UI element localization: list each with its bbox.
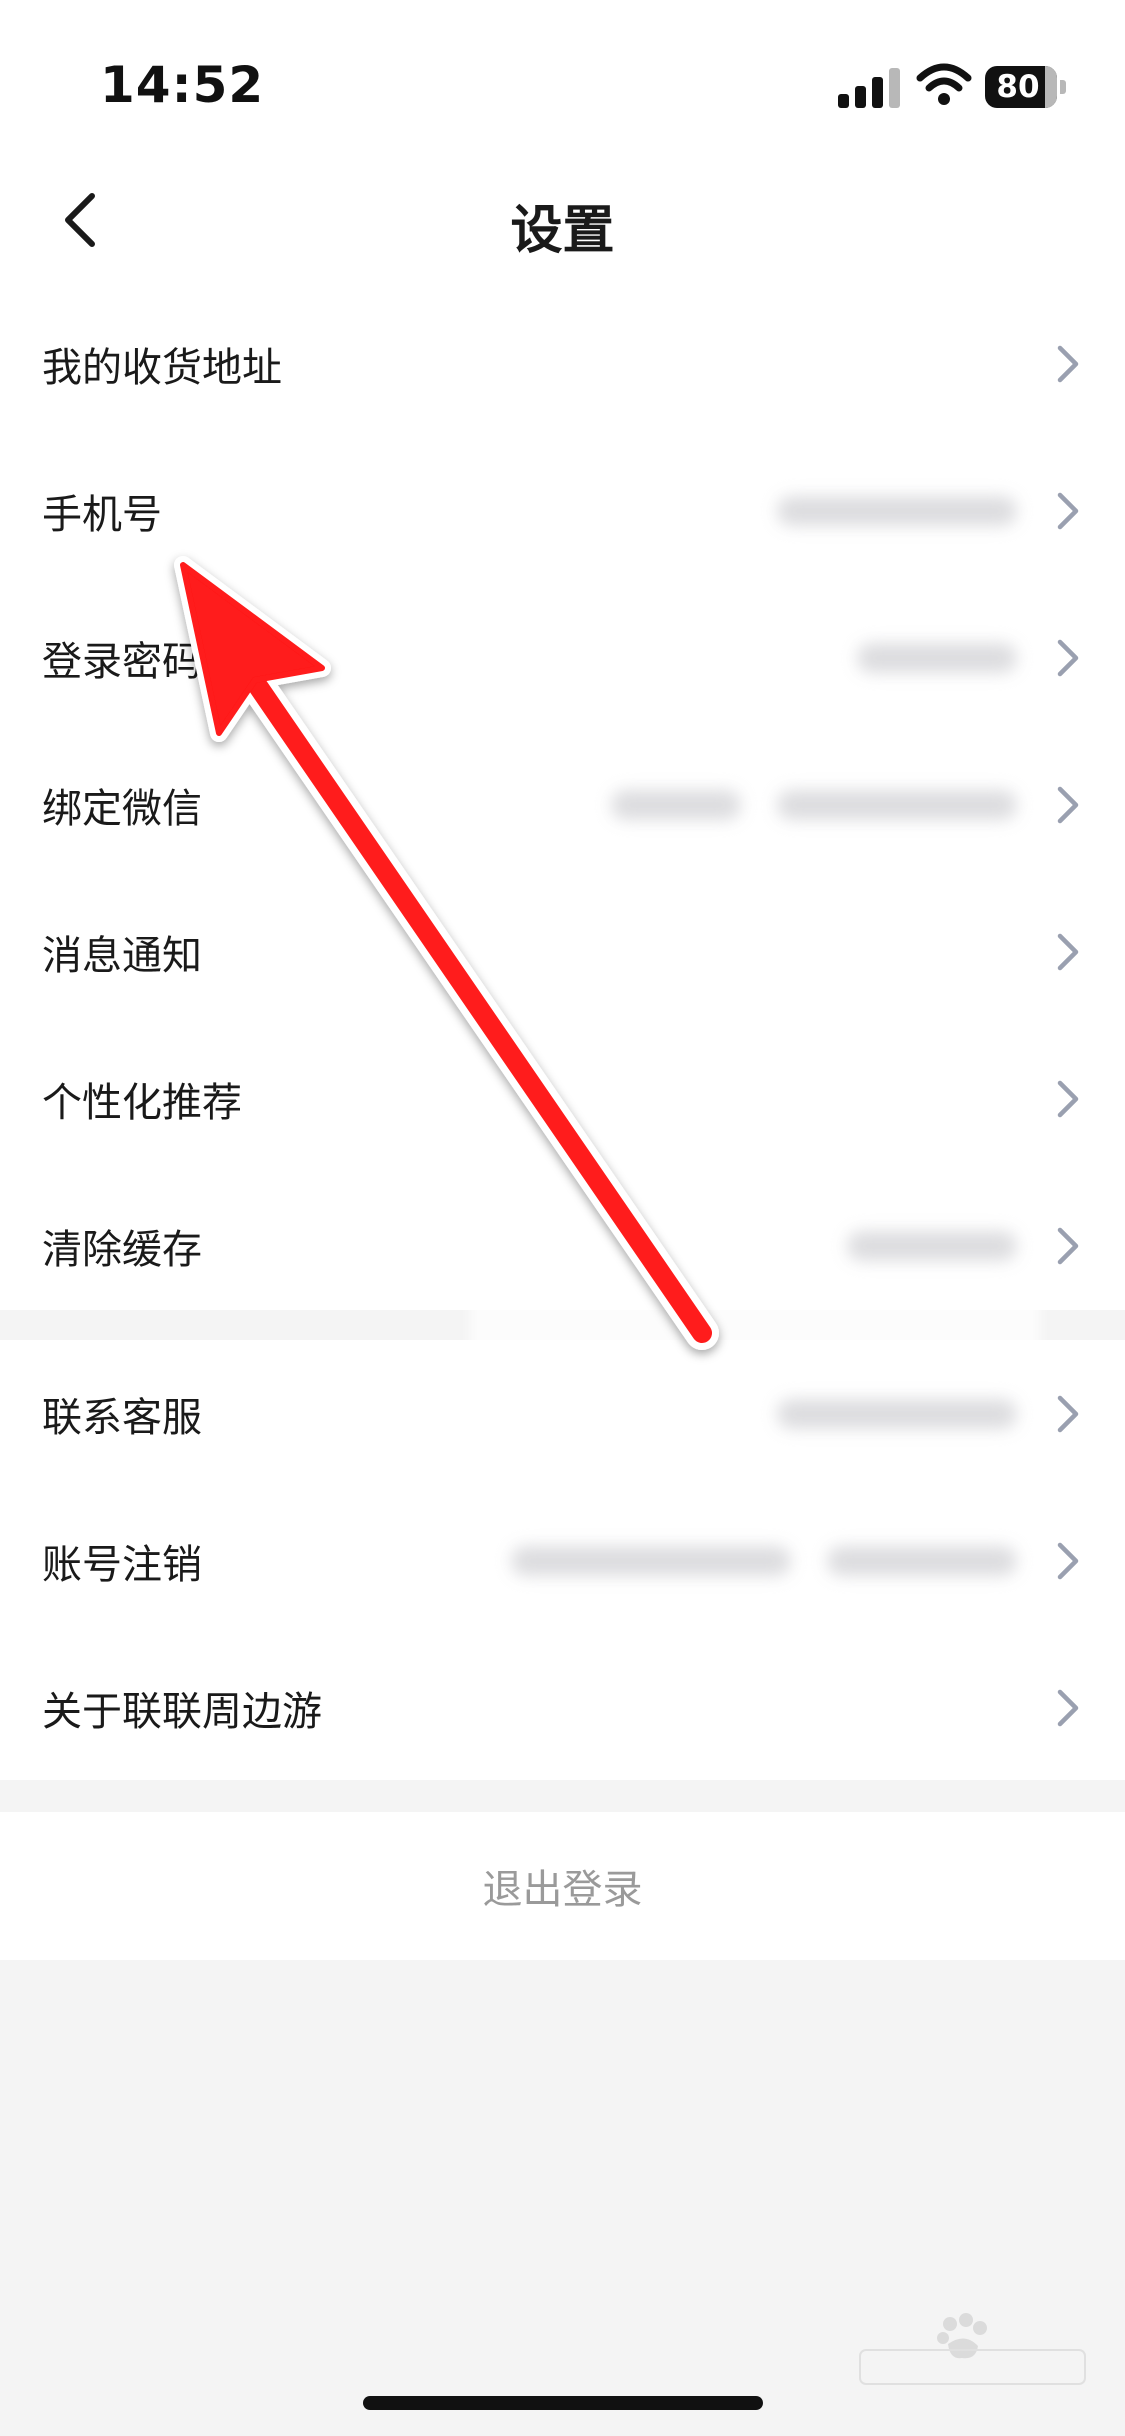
row-value-redacted [511, 1545, 1017, 1576]
home-indicator[interactable] [363, 2396, 763, 2410]
chevron-right-icon [1057, 1542, 1079, 1579]
row-label: 账号注销 [42, 1541, 202, 1588]
row-label: 绑定微信 [42, 785, 202, 832]
row-label: 手机号 [42, 491, 162, 538]
settings-group-account: 我的收货地址 手机号 登录密码 绑定微信 消息通知 个性化推荐 清除缓存 [0, 290, 1125, 1310]
cellular-signal-icon [838, 66, 900, 108]
chevron-right-icon [1057, 639, 1079, 676]
row-value-redacted [611, 789, 1017, 820]
settings-group-support: 联系客服 账号注销 关于联联周边游 [0, 1340, 1125, 1780]
chevron-right-icon [1057, 1080, 1079, 1117]
row-value-redacted [857, 642, 1017, 673]
chevron-right-icon [1057, 492, 1079, 529]
navigation-bar: 设置 [0, 150, 1125, 290]
logout-button[interactable]: 退出登录 [0, 1812, 1125, 1960]
settings-row-wechat[interactable]: 绑定微信 [0, 731, 1125, 878]
logout-label: 退出登录 [482, 1867, 643, 1913]
settings-row-clear-cache[interactable]: 清除缓存 [0, 1172, 1125, 1319]
chevron-right-icon [1057, 1227, 1079, 1264]
watermark-logo [859, 2313, 1086, 2385]
settings-screen: 14:52 80 设置 我的收货地址 手机号 登录密码 绑定微信 消息通知 个性… [0, 0, 1125, 2436]
status-time: 14:52 [100, 56, 265, 114]
row-value-redacted [777, 495, 1017, 526]
chevron-right-icon [1057, 786, 1079, 823]
wifi-icon [916, 63, 972, 105]
settings-row-address[interactable]: 我的收货地址 [0, 290, 1125, 437]
settings-row-notifications[interactable]: 消息通知 [0, 878, 1125, 1025]
settings-row-customer-service[interactable]: 联系客服 [0, 1340, 1125, 1487]
row-label: 我的收货地址 [42, 344, 282, 391]
row-value-redacted [847, 1230, 1017, 1261]
settings-row-personalization[interactable]: 个性化推荐 [0, 1025, 1125, 1172]
row-label: 个性化推荐 [42, 1079, 242, 1126]
page-title: 设置 [510, 201, 615, 261]
row-label: 联系客服 [42, 1394, 202, 1441]
settings-row-delete-account[interactable]: 账号注销 [0, 1487, 1125, 1634]
chevron-right-icon [1057, 933, 1079, 970]
chevron-right-icon [1057, 1395, 1079, 1432]
row-label: 关于联联周边游 [42, 1688, 322, 1735]
row-label: 清除缓存 [42, 1226, 202, 1273]
settings-row-phone[interactable]: 手机号 [0, 437, 1125, 584]
battery-icon: 80 [985, 66, 1067, 108]
row-label: 消息通知 [42, 932, 202, 979]
chevron-right-icon [1057, 1689, 1079, 1726]
settings-row-about[interactable]: 关于联联周边游 [0, 1634, 1125, 1781]
row-value-redacted [777, 1398, 1017, 1429]
status-bar: 14:52 80 [0, 0, 1125, 150]
settings-row-password[interactable]: 登录密码 [0, 584, 1125, 731]
row-label: 登录密码 [42, 638, 202, 685]
battery-level: 80 [985, 66, 1057, 108]
chevron-right-icon [1057, 345, 1079, 382]
